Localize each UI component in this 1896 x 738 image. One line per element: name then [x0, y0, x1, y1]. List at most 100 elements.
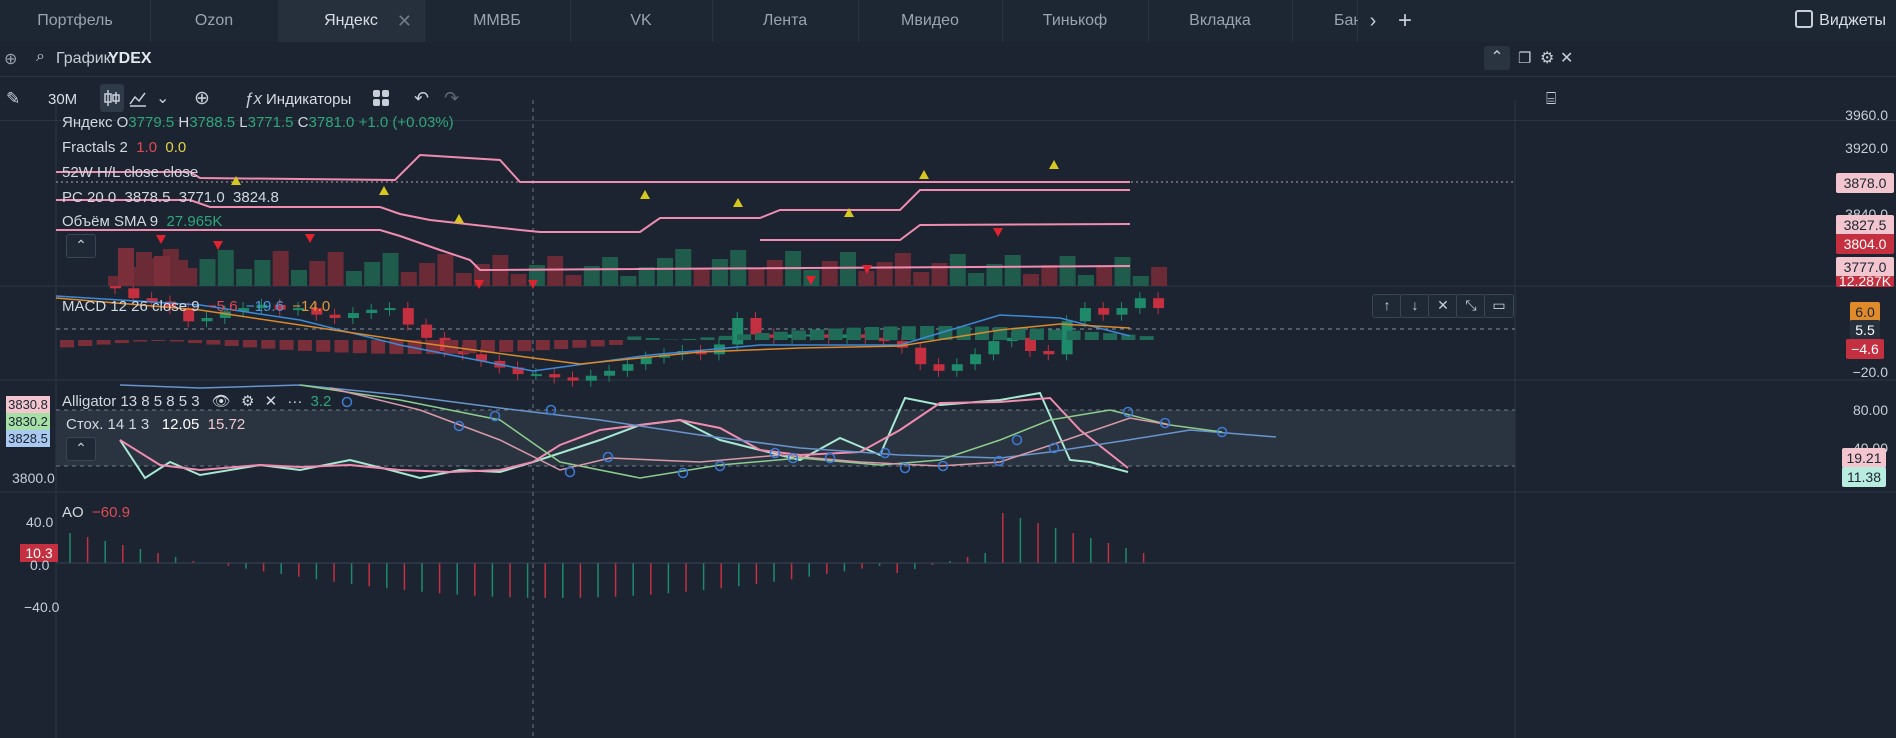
- volume-bar: [154, 256, 170, 286]
- macd-hist-bar: [297, 340, 312, 351]
- candle-body: [732, 318, 744, 345]
- indicator-name: Объём SMA 9: [62, 213, 159, 230]
- chart-canvas[interactable]: [0, 100, 1896, 738]
- widgets-label: Виджеты: [1819, 12, 1886, 29]
- macd-hist-bar: [224, 340, 239, 347]
- tab-yandex[interactable]: Яндекс ✕: [278, 0, 425, 42]
- tab-label: VK: [630, 12, 652, 29]
- candle-body: [366, 309, 378, 314]
- pc-upper-value: 3878.5: [124, 189, 171, 206]
- close-tab-icon[interactable]: ✕: [397, 0, 412, 42]
- pc-middle-value: 3824.8: [233, 189, 279, 206]
- chart-header: ⊕ ⌕ График YDEX ⌃ ❐ ⚙ ✕: [0, 42, 1896, 77]
- candle-body: [1116, 308, 1128, 315]
- macd-hist-bar: [609, 340, 623, 345]
- chevron-right-icon[interactable]: ›: [1358, 0, 1388, 42]
- macd-hist-bar: [590, 340, 605, 347]
- volume-bar: [565, 275, 582, 286]
- hl52-legend[interactable]: 52W H/L close close: [62, 164, 198, 181]
- tab-bank[interactable]: Бан: [1292, 0, 1362, 42]
- stoch-k-tag: 11.38: [1842, 467, 1886, 487]
- tab-vk[interactable]: VK: [570, 0, 713, 42]
- pc-legend[interactable]: PC 20 0 3878.5 3771.0 3824.8: [62, 189, 279, 206]
- macd-hist-bar: [206, 340, 221, 345]
- macd-hist-bar: [956, 326, 971, 340]
- settings-icon[interactable]: ⚙: [241, 393, 254, 410]
- ticker-input[interactable]: YDEX: [108, 50, 152, 68]
- close-pane-icon[interactable]: ✕: [1428, 294, 1458, 318]
- more-icon[interactable]: ···: [287, 393, 302, 410]
- candle-body: [1079, 308, 1091, 322]
- widgets-button[interactable]: Виджеты: [1795, 0, 1886, 42]
- ao-axis-tick: −40.0: [24, 599, 60, 615]
- fractal-down: [213, 241, 223, 250]
- tab-ozon[interactable]: Ozon: [150, 0, 279, 42]
- move-up-icon[interactable]: ↑: [1372, 294, 1402, 318]
- close-icon[interactable]: ✕: [1560, 48, 1573, 68]
- candle-body: [530, 374, 542, 377]
- tab-mvideo[interactable]: Мвидео: [858, 0, 1003, 42]
- macd-hist-bar: [846, 327, 861, 340]
- macd-hist-bar: [243, 340, 257, 348]
- volume-bar: [345, 271, 362, 286]
- fractal-up: [919, 170, 929, 179]
- candle-body: [567, 377, 579, 381]
- tab-label: ММВБ: [473, 12, 521, 29]
- macd-legend[interactable]: MACD 12 26 close 9 −5.6 −19.6 −14.0: [62, 298, 330, 315]
- candle-body: [1043, 351, 1055, 355]
- volume-bar: [1077, 275, 1094, 286]
- collapse-legend-button[interactable]: ⌃: [66, 234, 96, 258]
- tab-mmvb[interactable]: ММВБ: [424, 0, 571, 42]
- volume-bar: [1004, 255, 1021, 286]
- collapse-pane-icon[interactable]: ⤡: [1456, 294, 1486, 318]
- fractals-legend[interactable]: Fractals 2 1.0 0.0: [62, 139, 186, 156]
- add-widget-icon[interactable]: ⊕: [4, 49, 17, 69]
- macd-hist-bar: [535, 340, 550, 351]
- symbol-name: Яндекс: [62, 114, 113, 131]
- volume-bar: [913, 272, 930, 286]
- volume-bar: [894, 253, 911, 286]
- tab-portfolio[interactable]: Портфель: [0, 0, 151, 42]
- close-value: 3781.0: [308, 114, 355, 131]
- volume-legend[interactable]: Объём SMA 9 27.965K: [62, 213, 222, 230]
- fractal-up-value: 1.0: [136, 139, 158, 156]
- macd-hist-bar: [334, 340, 349, 353]
- stoch-legend[interactable]: Стох. 14 1 3 12.05 15.72: [62, 416, 250, 433]
- eye-icon[interactable]: 👁: [212, 393, 231, 410]
- collapse-legend-button[interactable]: ⌃: [66, 437, 96, 461]
- alligator-marker: [341, 396, 353, 408]
- volume-bar: [419, 263, 436, 286]
- tab-lenta[interactable]: Лента: [712, 0, 859, 42]
- maximize-pane-icon[interactable]: ▭: [1484, 294, 1514, 318]
- alligator-legend[interactable]: Alligator 13 8 5 8 5 3 👁 ⚙ ✕ ··· 3.2: [62, 392, 331, 410]
- tab-new[interactable]: Вкладка: [1148, 0, 1293, 42]
- window-icon[interactable]: ❐: [1518, 49, 1531, 67]
- volume-bar: [1096, 266, 1113, 286]
- chevron-up-icon[interactable]: ⌃: [1484, 46, 1510, 70]
- volume-bar: [748, 269, 765, 286]
- plus-icon[interactable]: +: [1390, 0, 1420, 42]
- macd-hist-bar: [572, 340, 587, 348]
- move-down-icon[interactable]: ↓: [1400, 294, 1430, 318]
- indicator-name: MACD 12 26 close 9: [62, 298, 200, 315]
- macd-hist-bar: [78, 340, 93, 347]
- macd-hist-bar: [865, 326, 880, 340]
- remove-icon[interactable]: ✕: [265, 393, 278, 410]
- volume-bar: [1041, 265, 1058, 286]
- alligator-lips-tag: 3828.5: [6, 430, 50, 447]
- candle-body: [347, 313, 359, 318]
- price-axis-tick: 3960.0: [1845, 107, 1888, 123]
- price-axis-tick: 3920.0: [1845, 140, 1888, 156]
- macd-crosshair-tag: 5.5: [1850, 320, 1880, 340]
- ao-legend[interactable]: AO −60.9: [62, 504, 130, 521]
- gear-icon[interactable]: ⚙: [1540, 48, 1554, 68]
- stoch-band: [56, 410, 1515, 466]
- widgets-icon: [1795, 10, 1814, 28]
- volume-bar: [711, 259, 728, 286]
- tab-tinkoff[interactable]: Тинькоф: [1002, 0, 1149, 42]
- main-legend: Яндекс O3779.5 H3788.5 L3771.5 C3781.0 +…: [62, 114, 454, 131]
- search-icon[interactable]: ⌕: [36, 48, 45, 66]
- macd-axis-tick: −20.0: [1852, 364, 1888, 380]
- candle-body: [933, 364, 945, 371]
- last-price-tag: 3804.0: [1836, 234, 1894, 254]
